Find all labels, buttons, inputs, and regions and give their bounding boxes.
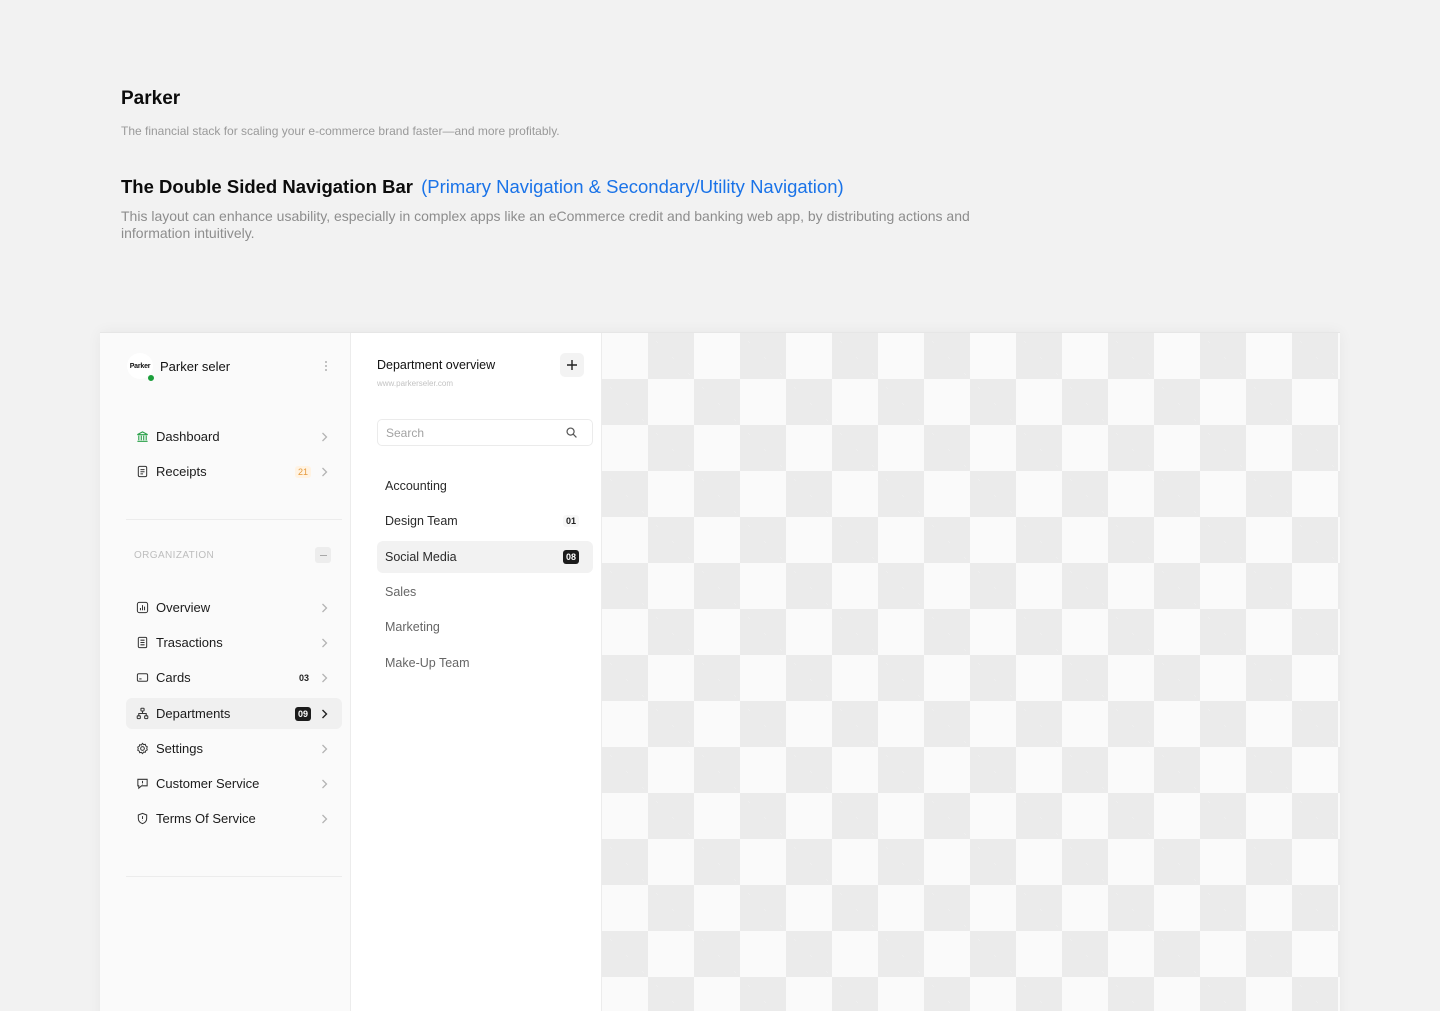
divider: [126, 876, 342, 877]
search-field[interactable]: [377, 419, 593, 446]
divider: [126, 519, 342, 520]
department-item-marketing[interactable]: Marketing: [377, 611, 593, 643]
section-title: The Double Sided Navigation Bar (Primary…: [121, 176, 1121, 198]
department-label: Sales: [385, 585, 417, 599]
section-title-accent: (Primary Navigation & Secondary/Utility …: [421, 176, 844, 197]
sidebar-item-label: Settings: [156, 741, 203, 756]
plus-icon: [567, 360, 577, 370]
sidebar-item-transactions[interactable]: Trasactions: [126, 627, 342, 658]
bank-icon: [135, 430, 149, 444]
chevron-right-icon: [322, 744, 328, 753]
departments-count-badge: 09: [294, 706, 311, 721]
sidebar-item-cards[interactable]: Cards 03: [126, 662, 342, 693]
card-icon: [135, 671, 149, 685]
department-label: Social Media: [385, 550, 457, 564]
sidebar-item-terms-of-service[interactable]: Terms Of Service: [126, 803, 342, 834]
chart-icon: [135, 601, 149, 615]
department-label: Marketing: [385, 620, 440, 634]
content-canvas-placeholder: [602, 333, 1340, 1011]
profile-header[interactable]: Parker Parker seler: [127, 353, 332, 382]
primary-sidebar: Parker Parker seler Dashboard Receipts 2…: [100, 333, 351, 1011]
gear-icon: [135, 742, 149, 756]
secondary-panel: Department overview www.parkerseler.com …: [351, 333, 602, 1011]
section-description: This layout can enhance usability, espec…: [121, 208, 970, 241]
department-item-social-media[interactable]: Social Media 08: [377, 541, 593, 573]
online-status-dot: [147, 374, 155, 382]
department-item-design-team[interactable]: Design Team 01: [377, 505, 593, 537]
chevron-right-icon: [322, 432, 328, 441]
support-icon: [135, 777, 149, 791]
chevron-right-icon: [322, 467, 328, 476]
receipts-count-badge: 21: [294, 465, 311, 478]
organization-header: ORGANIZATION: [134, 547, 331, 563]
intro-section: Parker The financial stack for scaling y…: [121, 88, 1121, 242]
sidebar-item-label: Trasactions: [156, 635, 223, 650]
sidebar-item-label: Customer Service: [156, 776, 260, 791]
sidebar-item-customer-service[interactable]: Customer Service: [126, 768, 342, 799]
sidebar-item-receipts[interactable]: Receipts 21: [126, 456, 342, 487]
collapse-section-button[interactable]: [315, 547, 331, 563]
more-options-icon[interactable]: [320, 358, 332, 374]
brand-title: Parker: [121, 88, 181, 109]
department-item-sales[interactable]: Sales: [377, 576, 593, 608]
sidebar-item-label: Dashboard: [156, 429, 220, 444]
department-count-badge: 01: [562, 515, 579, 527]
department-label: Make-Up Team: [385, 656, 470, 670]
receipt-icon: [135, 465, 149, 479]
department-label: Accounting: [385, 479, 447, 493]
add-department-button[interactable]: [560, 353, 584, 377]
sidebar-item-label: Cards: [156, 670, 191, 685]
brand-tagline: The financial stack for scaling your e-c…: [121, 124, 560, 138]
avatar-text: Parker: [129, 362, 151, 370]
section-title-main: The Double Sided Navigation Bar: [121, 176, 413, 197]
organization-label: ORGANIZATION: [134, 549, 215, 561]
department-label: Design Team: [385, 514, 458, 528]
sidebar-item-label: Receipts: [156, 464, 207, 479]
chevron-right-icon: [322, 814, 328, 823]
department-item-make-up-team[interactable]: Make-Up Team: [377, 647, 593, 679]
sidebar-item-label: Overview: [156, 600, 211, 615]
chevron-right-icon: [322, 779, 328, 788]
sidebar-item-dashboard[interactable]: Dashboard: [126, 421, 342, 452]
search-icon: [566, 427, 577, 438]
sidebar-item-overview[interactable]: Overview: [126, 592, 342, 623]
panel-title: Department overview: [377, 358, 496, 372]
avatar: Parker: [127, 353, 155, 382]
sidebar-item-label: Terms Of Service: [156, 811, 256, 826]
search-input[interactable]: [386, 425, 546, 440]
panel-header: Department overview www.parkerseler.com: [377, 353, 584, 388]
org-chart-icon: [135, 707, 149, 721]
document-icon: [135, 636, 149, 650]
cards-count-badge: 03: [298, 672, 309, 683]
chevron-right-icon: [322, 603, 328, 612]
department-count-badge: 08: [562, 550, 579, 564]
chevron-right-icon: [322, 638, 328, 647]
app-window: Parker Parker seler Dashboard Receipts 2…: [100, 332, 1340, 1011]
sidebar-item-label: Departments: [156, 706, 231, 721]
panel-url[interactable]: www.parkerseler.com: [377, 379, 584, 388]
department-item-accounting[interactable]: Accounting: [377, 470, 593, 502]
shield-icon: [135, 812, 149, 826]
sidebar-item-settings[interactable]: Settings: [126, 733, 342, 764]
chevron-right-icon: [322, 709, 328, 718]
sidebar-item-departments[interactable]: Departments 09: [126, 698, 342, 729]
chevron-right-icon: [322, 673, 328, 682]
profile-name: Parker seler: [160, 358, 231, 374]
